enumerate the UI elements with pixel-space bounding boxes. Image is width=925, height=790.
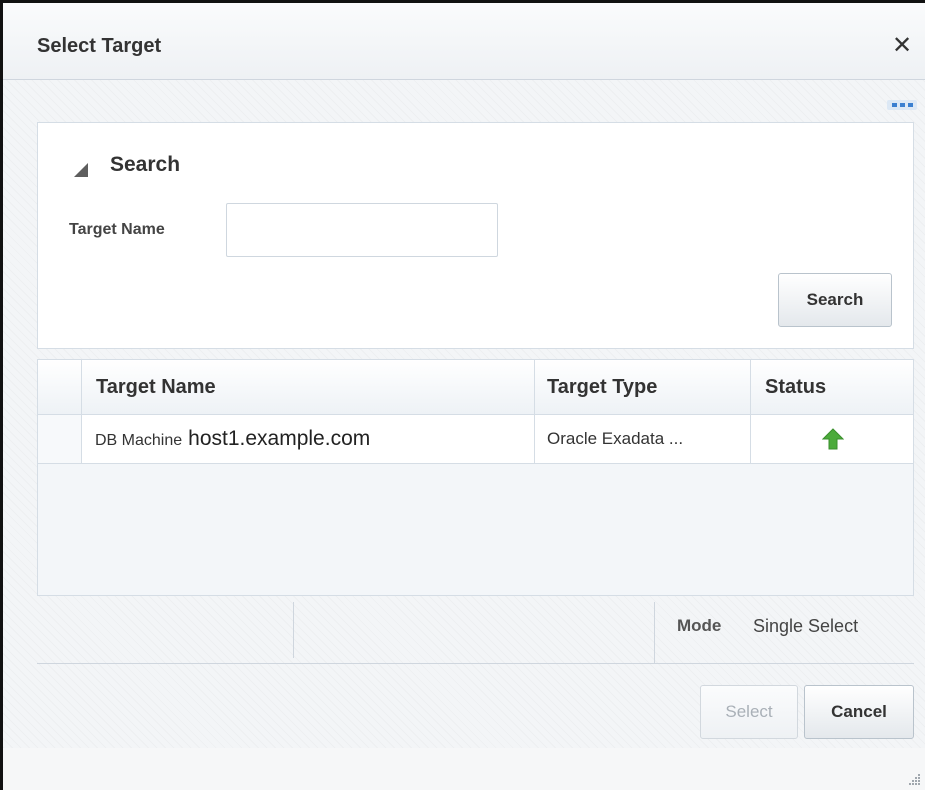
results-table: Target Name Target Type Status DB Machin… (37, 359, 914, 596)
target-name-prefix: DB Machine (95, 432, 183, 449)
column-header-target-type[interactable]: Target Type (534, 360, 750, 414)
divider (654, 602, 655, 664)
search-button[interactable]: Search (778, 273, 892, 327)
table-row[interactable]: DB Machine host1.example.com Oracle Exada… (38, 415, 913, 464)
table-status-bar: Mode Single Select (37, 596, 914, 664)
row-selector[interactable] (38, 415, 81, 463)
target-name-input[interactable] (226, 203, 498, 257)
row-selector-header (38, 360, 81, 414)
mode-value: Single Select (753, 616, 859, 636)
mode-label: Mode (677, 616, 722, 635)
target-name-host: host1.example.com (188, 427, 371, 450)
cancel-button[interactable]: Cancel (804, 685, 914, 739)
up-arrow-icon (821, 428, 844, 450)
dialog-footer (3, 748, 925, 790)
select-button[interactable]: Select (700, 685, 798, 739)
table-header: Target Name Target Type Status (38, 360, 913, 415)
column-header-target-name[interactable]: Target Name (81, 360, 534, 414)
close-icon[interactable]: ✕ (889, 33, 915, 59)
target-name-label: Target Name (69, 221, 165, 238)
cell-target-name: DB Machine host1.example.com (81, 415, 534, 463)
cell-target-type: Oracle Exadata ... (534, 415, 750, 463)
search-panel: Search Target Name Search (37, 122, 914, 349)
search-panel-heading[interactable]: Search (110, 153, 180, 177)
select-target-dialog: Select Target ✕ Search Target Name Searc… (0, 0, 925, 790)
collapse-triangle-icon[interactable] (74, 163, 88, 177)
divider (293, 602, 294, 658)
more-options-icon[interactable] (887, 100, 917, 110)
column-header-status[interactable]: Status (750, 360, 914, 414)
dialog-content: Search Target Name Search Target Name Ta… (3, 80, 925, 790)
resize-grip-icon[interactable] (907, 772, 921, 786)
divider (37, 663, 914, 664)
dialog-title: Select Target (37, 35, 162, 57)
dialog-titlebar: Select Target ✕ (3, 3, 925, 80)
cell-status (750, 415, 914, 463)
